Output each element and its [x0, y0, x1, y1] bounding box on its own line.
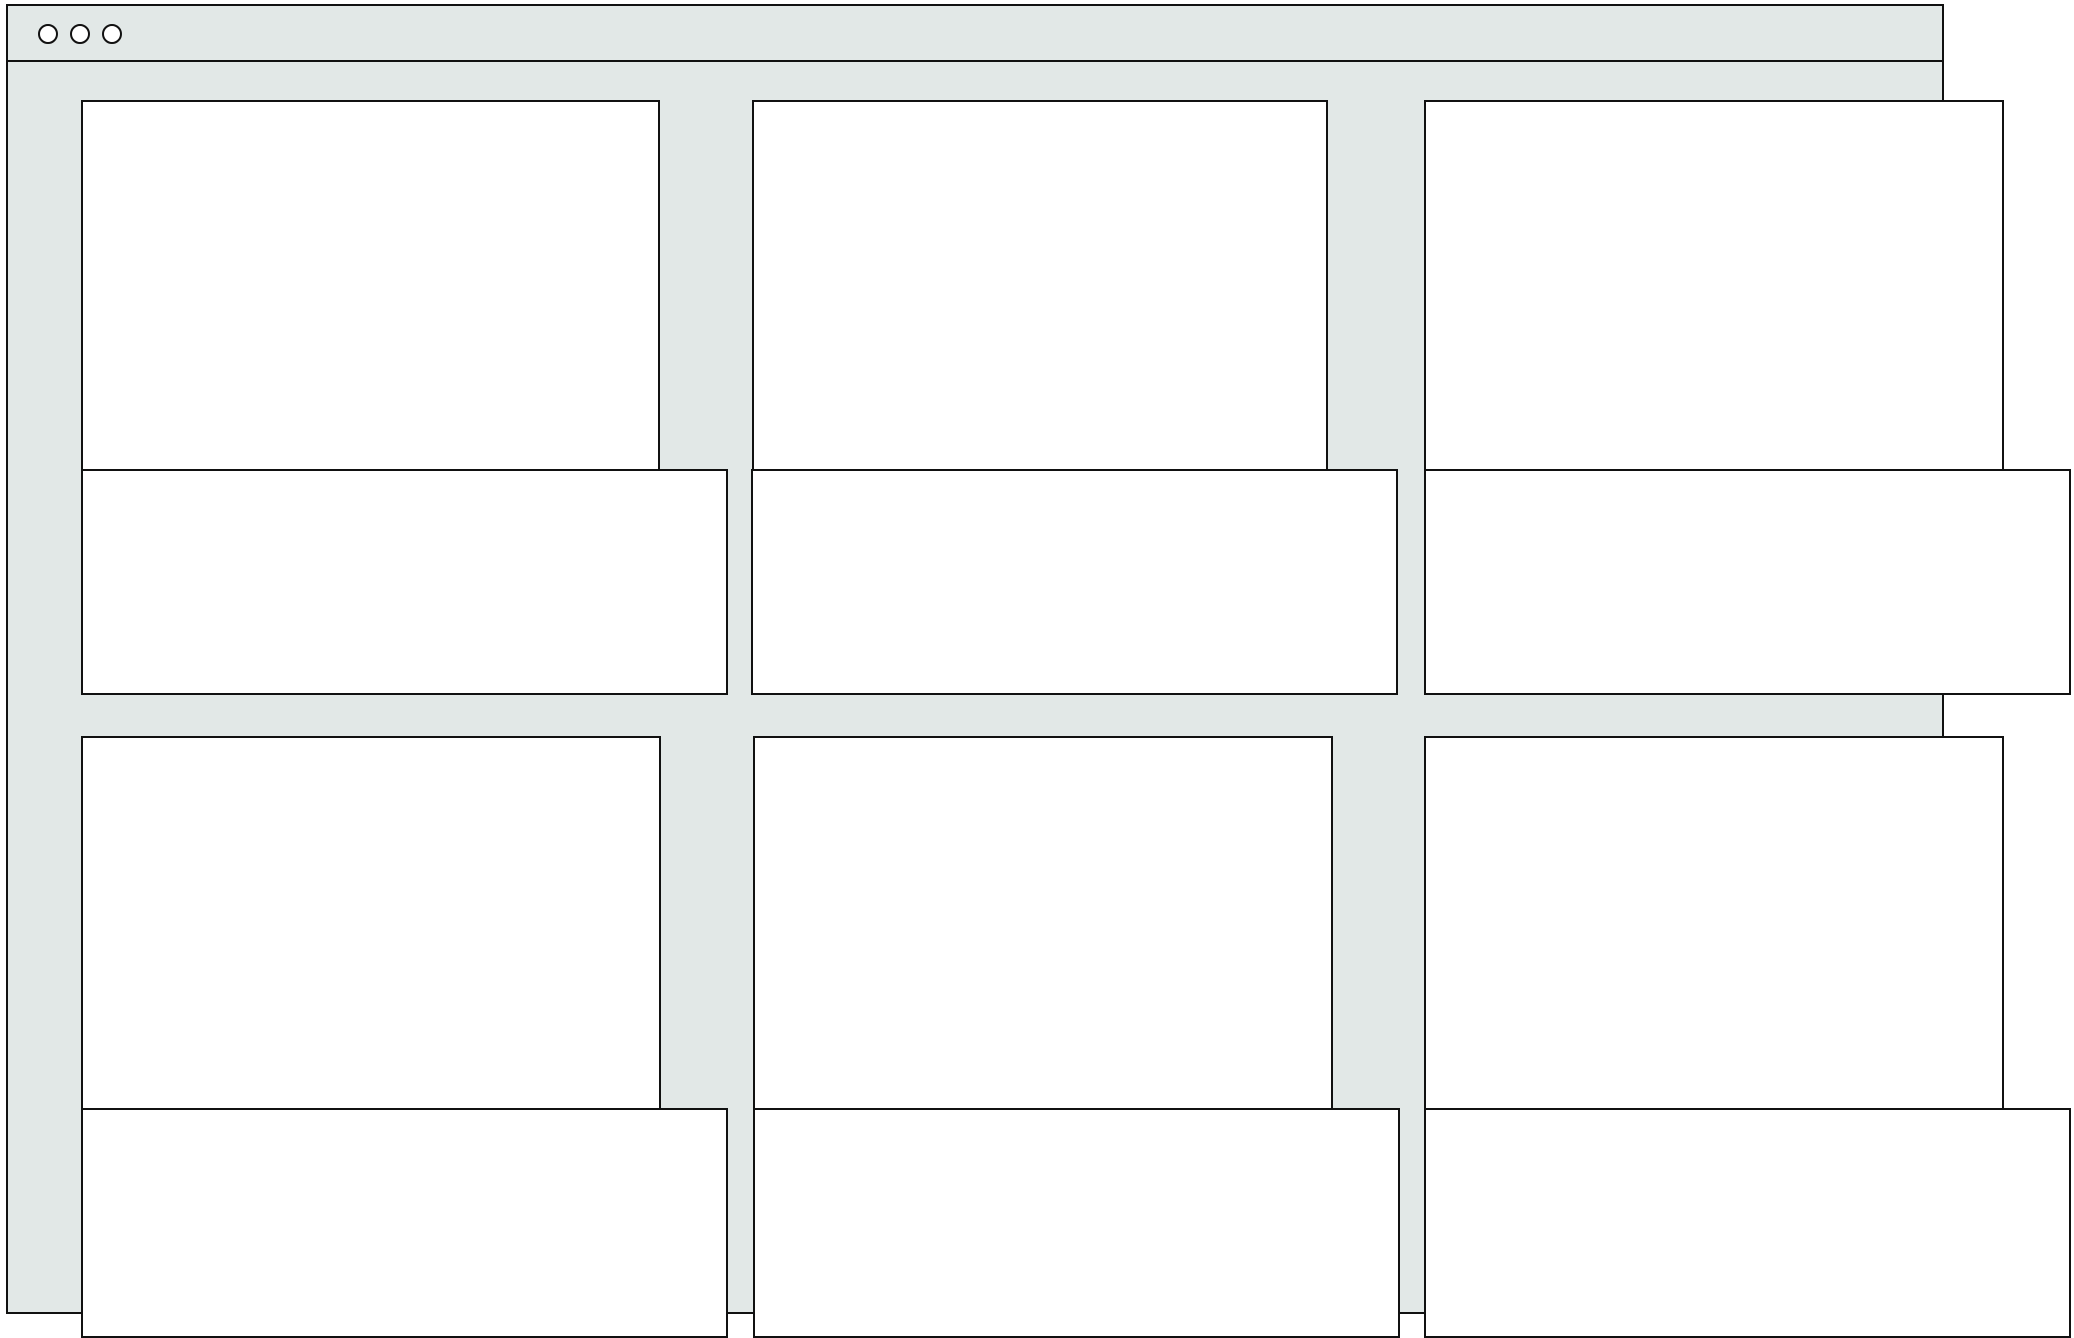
minimize-window-icon[interactable]: [70, 24, 90, 44]
card-panel-4[interactable]: [81, 1108, 728, 1338]
window-controls: [38, 24, 122, 44]
card-image-1[interactable]: [81, 100, 660, 487]
card-panel-2[interactable]: [751, 469, 1398, 695]
card-panel-6[interactable]: [1424, 1108, 2071, 1338]
close-window-icon[interactable]: [38, 24, 58, 44]
window-titlebar: [8, 6, 1942, 62]
card-panel-3[interactable]: [1424, 469, 2071, 695]
card-panel-1[interactable]: [81, 469, 728, 695]
card-image-6[interactable]: [1424, 736, 2004, 1118]
card-image-4[interactable]: [81, 736, 661, 1118]
card-image-3[interactable]: [1424, 100, 2004, 487]
card-panel-5[interactable]: [753, 1108, 1400, 1338]
maximize-window-icon[interactable]: [102, 24, 122, 44]
card-image-5[interactable]: [753, 736, 1333, 1118]
card-image-2[interactable]: [752, 100, 1328, 487]
